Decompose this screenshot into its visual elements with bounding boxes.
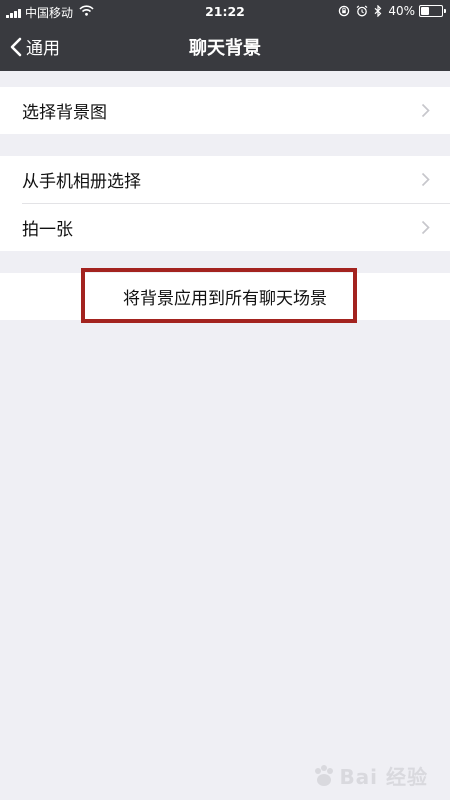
apply-group: 将背景应用到所有聊天场景 [0, 273, 450, 320]
paw-icon [315, 764, 334, 786]
bluetooth-icon [374, 5, 382, 17]
choose-from-album-label: 从手机相册选择 [22, 172, 141, 192]
watermark-text: Bai 经验 [339, 765, 428, 789]
alarm-icon [356, 5, 368, 17]
battery-fill [421, 7, 429, 15]
nav-bar: 通用 聊天背景 [0, 22, 450, 71]
background-select-group: 选择背景图 [0, 87, 450, 134]
battery-percent: 40% [388, 4, 415, 18]
chevron-right-icon [421, 220, 430, 235]
chevron-right-icon [421, 103, 430, 118]
baidu-watermark: Bai 经验 [311, 761, 428, 790]
orientation-lock-icon [338, 5, 350, 17]
take-photo-row[interactable]: 拍一张 [0, 204, 450, 251]
select-background-label: 选择背景图 [22, 103, 107, 123]
status-bar: 中国移动 21:22 40% [0, 0, 450, 22]
apply-to-all-chats-label: 将背景应用到所有聊天场景 [123, 289, 327, 309]
select-background-row[interactable]: 选择背景图 [0, 87, 450, 134]
top-bar: 中国移动 21:22 40% 通用 聊天背景 [0, 0, 450, 71]
take-photo-label: 拍一张 [22, 220, 73, 240]
battery-nub [444, 9, 446, 13]
battery-icon [419, 5, 446, 17]
chevron-right-icon [421, 172, 430, 187]
photo-source-group: 从手机相册选择 拍一张 [0, 156, 450, 251]
choose-from-album-row[interactable]: 从手机相册选择 [0, 156, 450, 203]
apply-to-all-chats-button[interactable]: 将背景应用到所有聊天场景 [0, 273, 450, 320]
status-right: 40% [338, 4, 446, 18]
page-title: 聊天背景 [189, 38, 261, 59]
